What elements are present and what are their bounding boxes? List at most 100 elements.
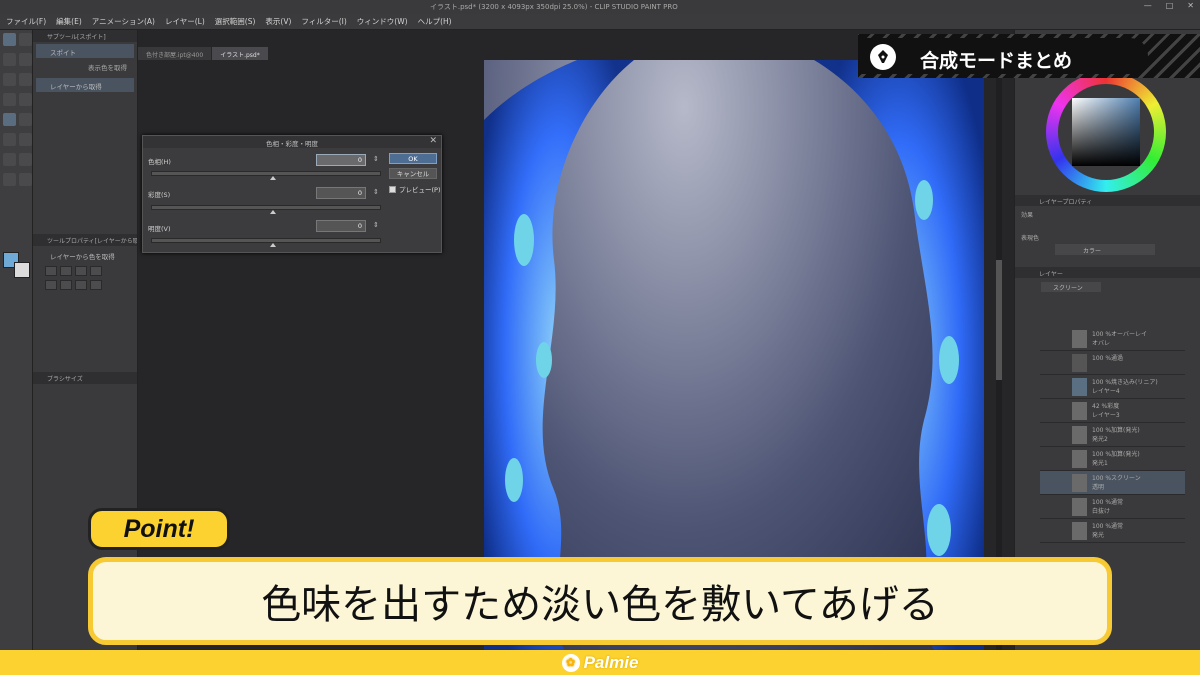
preview-checkbox[interactable]: プレビュー(P) xyxy=(389,184,441,194)
menu-layer[interactable]: レイヤー(L) xyxy=(165,16,205,27)
menu-help[interactable]: ヘルプ(H) xyxy=(418,16,452,27)
zoom-tool-icon[interactable] xyxy=(3,53,16,66)
layer-thumbnail xyxy=(1072,378,1087,396)
hue-label: 色相(H) xyxy=(148,158,171,166)
option-box[interactable] xyxy=(60,266,72,276)
layer-thumbnail xyxy=(1072,330,1087,348)
layer-mode: 100 %焼き込み(リニア) xyxy=(1092,379,1158,386)
ok-button[interactable]: OK xyxy=(389,153,437,164)
maximize-button[interactable]: □ xyxy=(1166,1,1174,10)
option-box[interactable] xyxy=(45,280,57,290)
tab-document-1[interactable]: 色付き部屋.ipt@400 xyxy=(138,47,212,60)
menu-view[interactable]: 表示(V) xyxy=(265,16,291,27)
select-tool-icon[interactable] xyxy=(3,93,16,106)
option-box[interactable] xyxy=(90,280,102,290)
hand-tool-icon[interactable] xyxy=(19,53,32,66)
document-tabs: 色付き部屋.ipt@400 イラスト.psd* xyxy=(138,47,268,60)
menu-edit[interactable]: 編集(E) xyxy=(56,16,82,27)
menu-bar: ファイル(F) 編集(E) アニメーション(A) レイヤー(L) 選択範囲(S)… xyxy=(0,14,1200,30)
frame-tool-icon[interactable] xyxy=(3,173,16,186)
value-spinner-icon[interactable]: ⇕ xyxy=(373,221,379,229)
palmie-logo: ✿ Palmie xyxy=(561,653,638,673)
checkbox-checked-icon[interactable] xyxy=(389,185,396,193)
layer-thumbnail xyxy=(1072,498,1087,516)
menu-file[interactable]: ファイル(F) xyxy=(6,16,46,27)
option-box[interactable] xyxy=(90,266,102,276)
option-box[interactable] xyxy=(75,266,87,276)
saturation-slider-knob[interactable] xyxy=(270,210,276,214)
saturation-spinner-icon[interactable]: ⇕ xyxy=(373,188,379,196)
layer-name: 発光2 xyxy=(1092,436,1108,443)
layer-row[interactable]: 42 %彩度 レイヤー3 xyxy=(1040,399,1185,423)
text-tool-icon[interactable] xyxy=(19,173,32,186)
subtool-item-eyedropper[interactable]: スポイト xyxy=(36,44,134,58)
close-window-button[interactable]: ✕ xyxy=(1187,1,1194,10)
layer-row[interactable]: 100 %通常 白抜け xyxy=(1040,495,1185,519)
caption-text: 色味を出すため淡い色を敷いてあげる xyxy=(261,582,939,628)
layer-row[interactable]: 100 %加算(発光) 発光1 xyxy=(1040,447,1185,471)
effect-label: 効果 xyxy=(1021,212,1034,219)
layer-name: オバレ xyxy=(1092,340,1111,347)
minimize-button[interactable]: — xyxy=(1144,1,1152,10)
menu-filter[interactable]: フィルター(I) xyxy=(301,16,346,27)
layer-name: 発光 xyxy=(1092,532,1105,539)
property-options xyxy=(45,280,137,290)
layer-thumbnail xyxy=(1072,522,1087,540)
cancel-button[interactable]: キャンセル xyxy=(389,168,437,179)
tool-icon[interactable] xyxy=(19,33,32,46)
layer-mode: 100 %通常 xyxy=(1092,499,1124,506)
layer-row[interactable]: 100 %加算(発光) 発光2 xyxy=(1040,423,1185,447)
gradient-tool-icon[interactable] xyxy=(3,153,16,166)
value-slider-knob[interactable] xyxy=(270,243,276,247)
hue-slider[interactable] xyxy=(151,171,381,180)
eyedropper-tool-icon[interactable] xyxy=(3,113,16,126)
layer-mode: 100 %加算(発光) xyxy=(1092,451,1140,458)
hue-slider-knob[interactable] xyxy=(270,176,276,180)
layer-thumbnail xyxy=(1072,450,1087,468)
layer-row[interactable]: 100 %オーバーレイ オバレ xyxy=(1040,327,1185,351)
value-input[interactable]: 0 xyxy=(316,220,366,232)
menu-animation[interactable]: アニメーション(A) xyxy=(92,16,155,27)
rotate-tool-icon[interactable] xyxy=(19,73,32,86)
saturation-input[interactable]: 0 xyxy=(316,187,366,199)
scroll-thumb[interactable] xyxy=(996,260,1002,380)
shape-tool-icon[interactable] xyxy=(19,153,32,166)
option-box[interactable] xyxy=(75,280,87,290)
subtool-item-from-layer[interactable]: レイヤーから取得 xyxy=(36,78,134,92)
layer-row[interactable]: 100 %通過 xyxy=(1040,351,1185,375)
folder-icon xyxy=(1072,354,1087,372)
subtool-item-display-color[interactable]: 表示色を取得 xyxy=(33,62,137,72)
tab-document-2[interactable]: イラスト.psd* xyxy=(212,47,268,60)
close-icon[interactable]: ✕ xyxy=(429,136,437,146)
blend-mode-select[interactable]: スクリーン xyxy=(1041,282,1101,292)
eraser-tool-icon[interactable] xyxy=(3,133,16,146)
hue-saturation-dialog: 色相・彩度・明度 ✕ 色相(H) 0 ⇕ 彩度(S) 0 ⇕ 明度(V) 0 ⇕… xyxy=(142,135,442,253)
option-box[interactable] xyxy=(60,280,72,290)
value-slider[interactable] xyxy=(151,238,381,247)
option-box[interactable] xyxy=(45,266,57,276)
layer-mode: 100 %通過 xyxy=(1092,355,1124,362)
saturation-slider[interactable] xyxy=(151,205,381,214)
brush-tool-icon[interactable] xyxy=(19,113,32,126)
layer-row[interactable]: 100 %通常 発光 xyxy=(1040,519,1185,543)
color-square-picker[interactable] xyxy=(1072,98,1140,166)
subtool-panel-title: サブツール[スポイト] xyxy=(33,30,137,42)
tool-palette xyxy=(0,30,33,650)
fill-tool-icon[interactable] xyxy=(19,133,32,146)
menu-window[interactable]: ウィンドウ(W) xyxy=(357,16,408,27)
sub-color-swatch[interactable] xyxy=(14,262,30,278)
layer-row-selected[interactable]: 100 %スクリーン 透明 xyxy=(1040,471,1185,495)
expression-color-select[interactable]: カラー xyxy=(1055,244,1155,255)
pen-nib-icon xyxy=(870,44,896,70)
layer-row[interactable]: 100 %焼き込み(リニア) レイヤー4 xyxy=(1040,375,1185,399)
color-wheel[interactable] xyxy=(1046,72,1166,192)
pen-tool-icon[interactable] xyxy=(3,33,16,46)
point-label: Point! xyxy=(123,514,195,543)
menu-selection[interactable]: 選択範囲(S) xyxy=(215,16,256,27)
title-bar: イラスト.psd* (3200 x 4093px 350dpi 25.0%) -… xyxy=(0,0,1200,14)
lasso-tool-icon[interactable] xyxy=(19,93,32,106)
property-options xyxy=(45,266,137,276)
move-tool-icon[interactable] xyxy=(3,73,16,86)
hue-spinner-icon[interactable]: ⇕ xyxy=(373,155,379,163)
hue-input[interactable]: 0 xyxy=(316,154,366,166)
